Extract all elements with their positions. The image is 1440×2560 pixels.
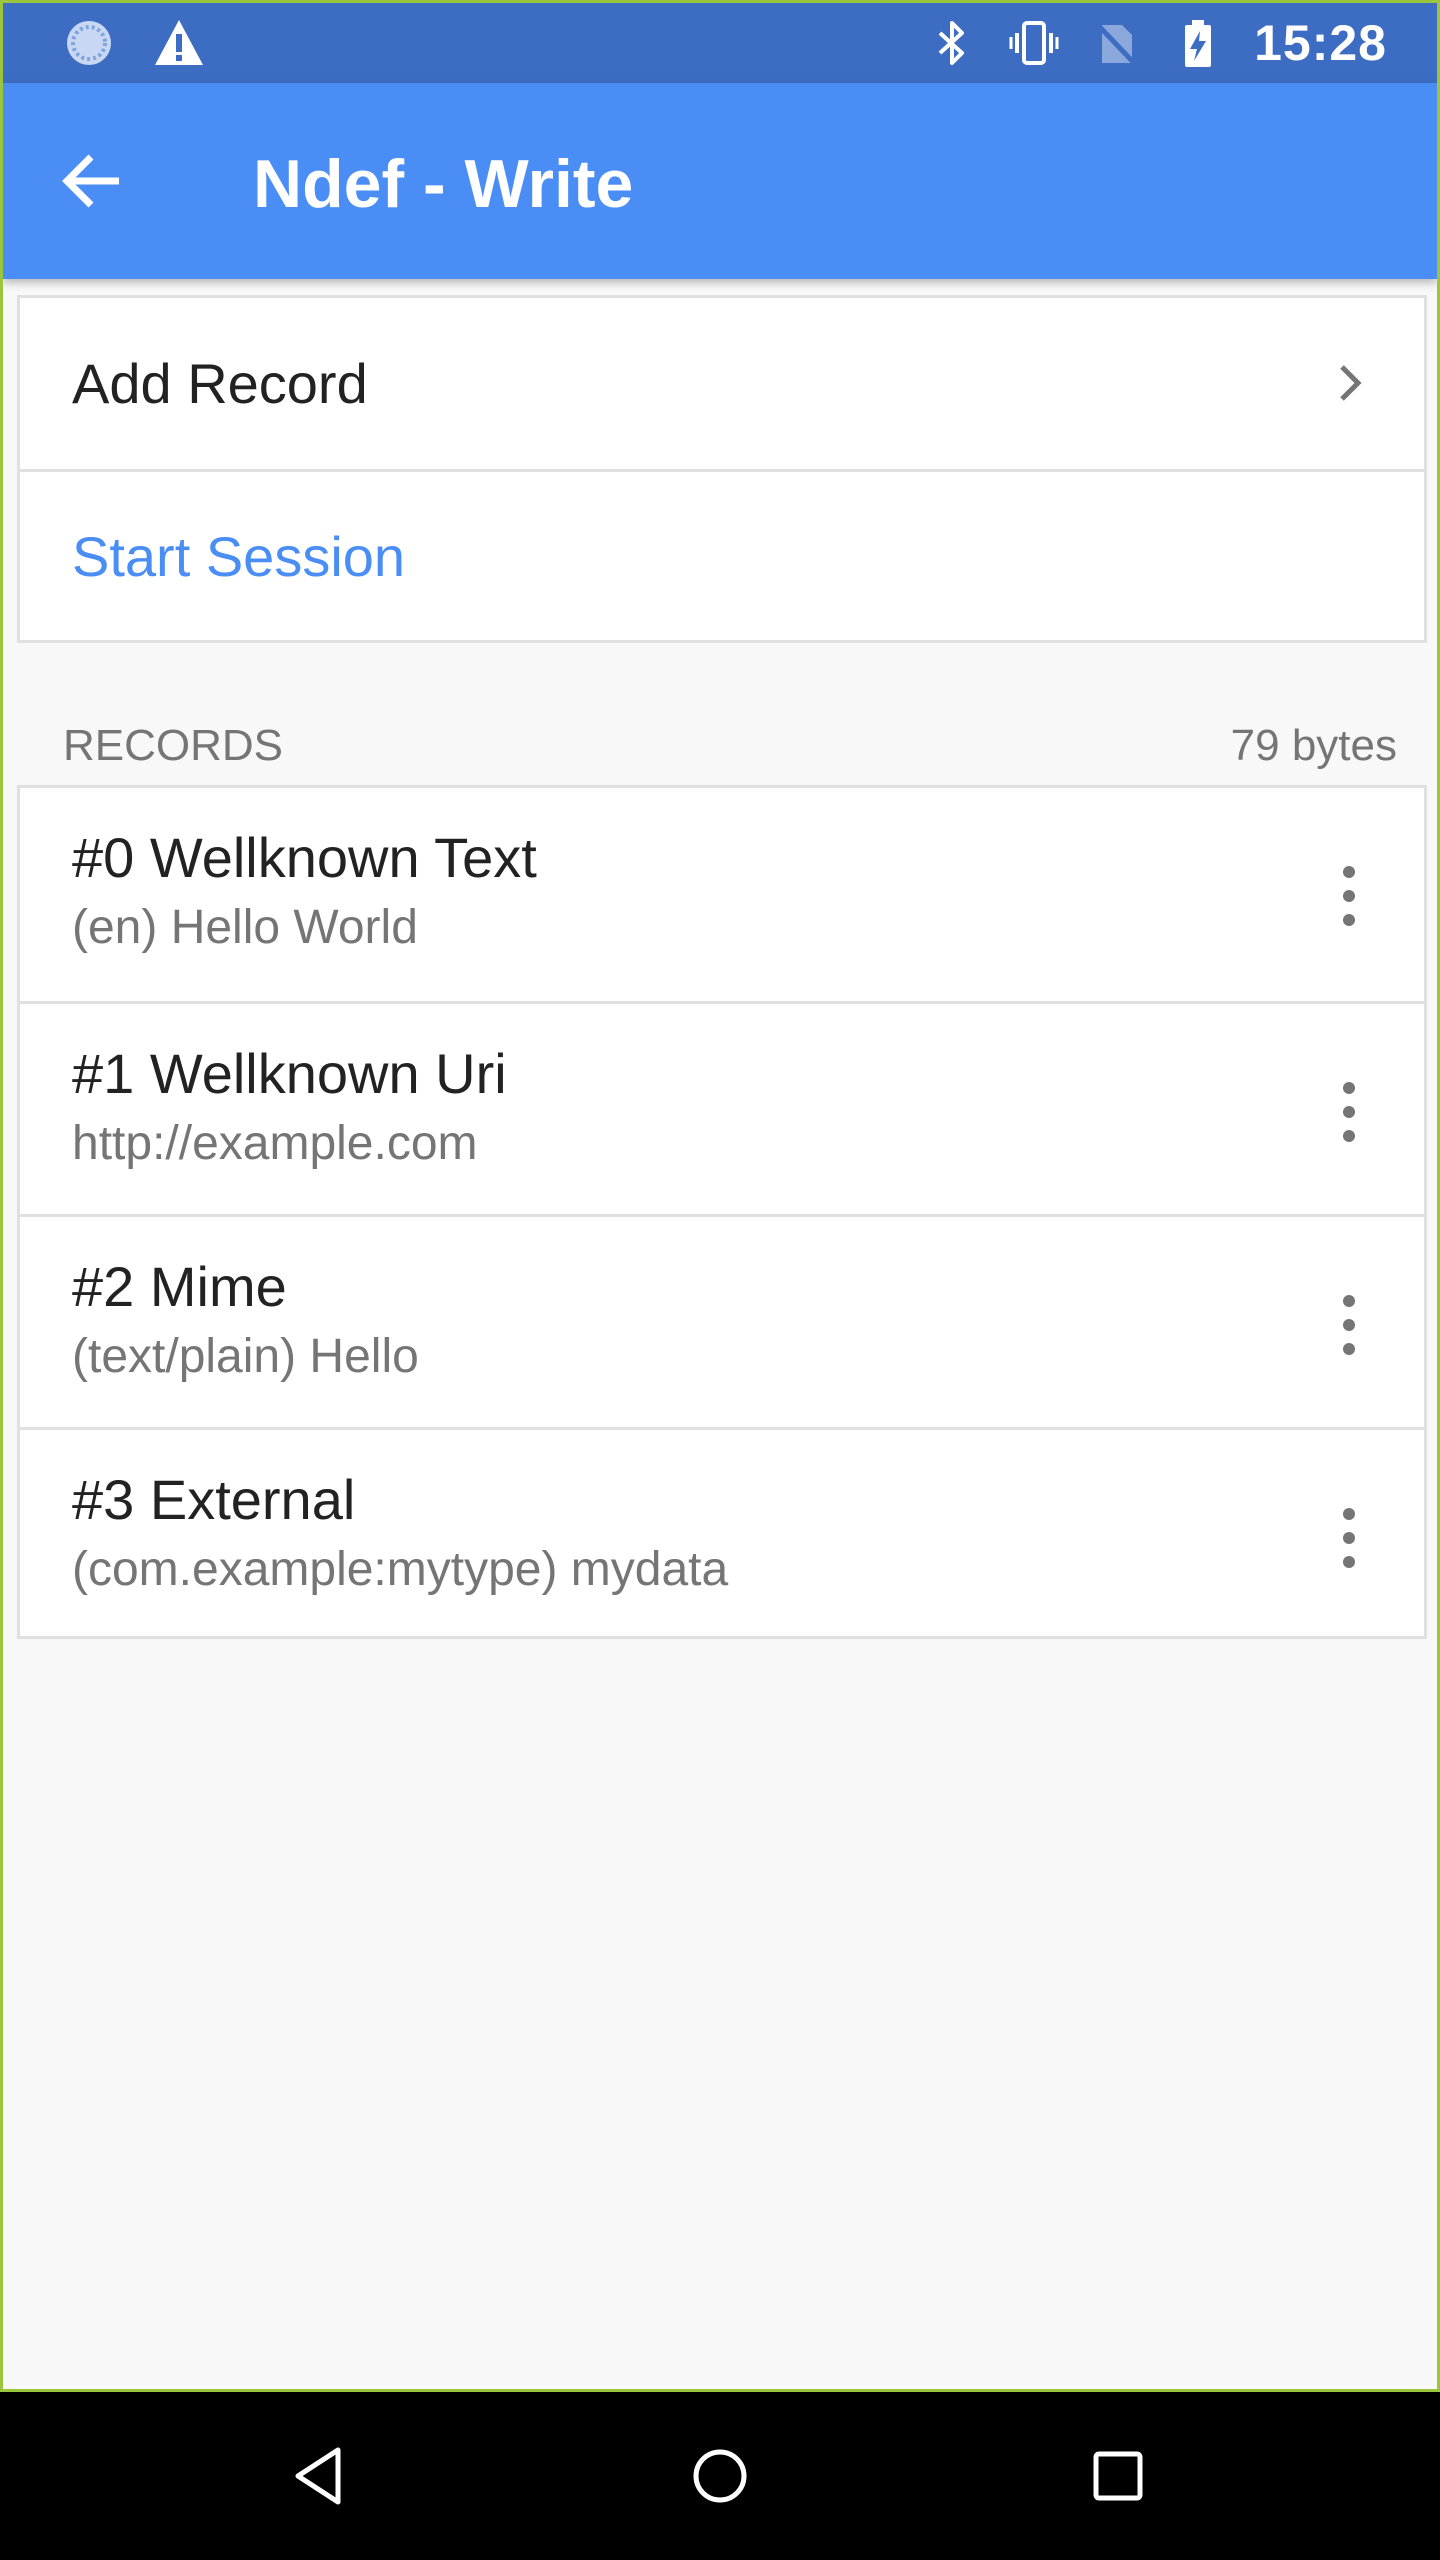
actions-card: Add Record Start Session [17,295,1427,643]
record-subtitle: (text/plain) Hello [72,1330,419,1384]
more-vert-icon[interactable] [1314,856,1384,936]
list-item[interactable]: #1 Wellknown Uri http://example.com [20,1001,1424,1214]
add-record-label: Add Record [72,352,368,415]
sync-icon [67,21,111,65]
record-subtitle: http://example.com [72,1117,478,1171]
records-list: #0 Wellknown Text (en) Hello World #1 We… [17,785,1427,1639]
list-item[interactable]: #3 External (com.example:mytype) mydata [20,1427,1424,1640]
start-session-button[interactable]: Start Session [20,469,1424,640]
record-title: #1 Wellknown Uri [72,1042,507,1105]
status-bar: 15:28 [3,3,1437,83]
records-section-header: RECORDS 79 bytes [63,711,1397,781]
arrow-back-icon[interactable] [53,141,133,221]
list-item[interactable]: #2 Mime (text/plain) Hello [20,1214,1424,1427]
vibrate-icon [1009,21,1059,65]
screen: 15:28 Ndef - Write Add Record Start Sess… [3,3,1437,2389]
more-vert-icon[interactable] [1314,1072,1384,1152]
navigation-bar [0,2392,1440,2560]
page-title: Ndef - Write [253,146,634,222]
recents-square-icon[interactable] [1070,2428,1166,2524]
record-subtitle: (com.example:mytype) mydata [72,1543,729,1597]
add-record-row[interactable]: Add Record [20,298,1424,469]
more-vert-icon[interactable] [1314,1498,1384,1578]
record-title: #3 External [72,1468,356,1531]
list-item[interactable]: #0 Wellknown Text (en) Hello World [20,788,1424,1001]
bluetooth-icon [938,21,965,65]
record-title: #2 Mime [72,1255,287,1318]
start-session-label: Start Session [72,524,406,588]
no-sim-icon [1094,21,1138,67]
app-bar: Ndef - Write [3,83,1437,279]
records-header-label: RECORDS [63,721,284,770]
home-circle-icon[interactable] [672,2428,768,2524]
records-size-label: 79 bytes [1230,721,1397,770]
status-time: 15:28 [1254,15,1387,71]
battery-charging-icon [1185,20,1212,67]
record-title: #0 Wellknown Text [72,826,537,889]
chevron-right-icon [1340,365,1362,401]
record-subtitle: (en) Hello World [72,901,418,955]
more-vert-icon[interactable] [1314,1285,1384,1365]
warning-icon [155,20,203,65]
back-triangle-icon[interactable] [272,2428,368,2524]
